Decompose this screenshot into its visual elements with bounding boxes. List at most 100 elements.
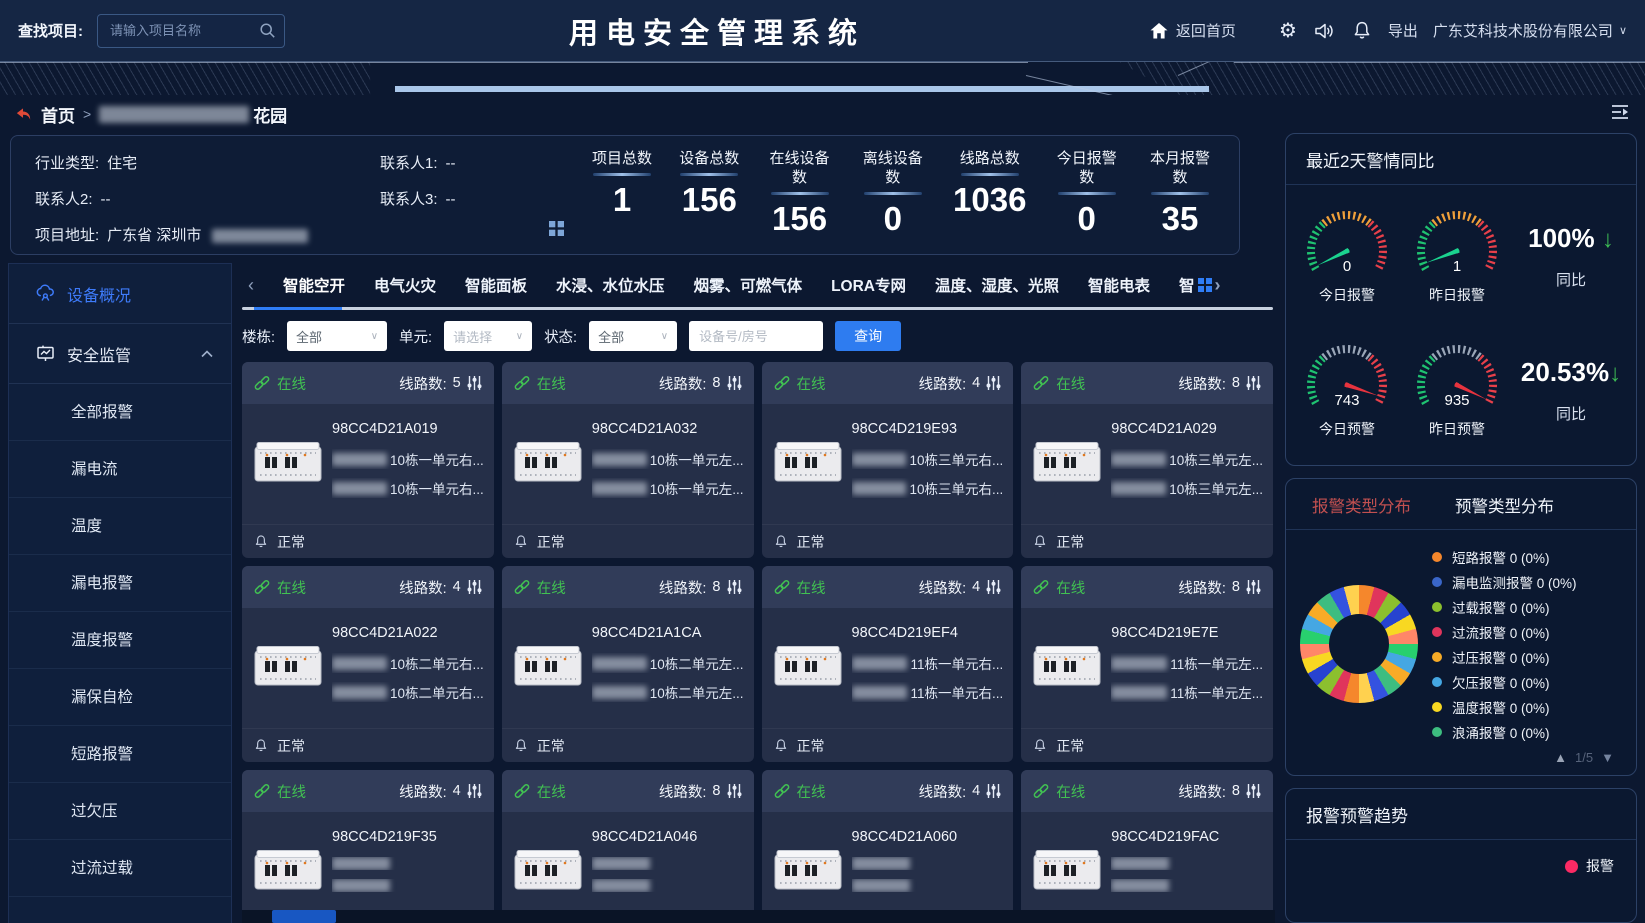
settings-button[interactable]: ⚙	[1277, 20, 1299, 42]
gauge-label: 今日预警	[1292, 419, 1402, 439]
device-type-tab[interactable]: 温度、湿度、光照	[935, 274, 1059, 296]
sidebar-subitem[interactable]: 漏电报警	[9, 555, 231, 612]
sliders-icon[interactable]	[986, 375, 1001, 391]
device-card-info: 98CC4D219FAC	[1111, 822, 1263, 923]
sliders-icon[interactable]	[467, 783, 482, 799]
device-type-tab[interactable]: 智能面板	[465, 274, 527, 296]
line-count: 线路数: 4	[399, 577, 482, 598]
device-location-1: 10栋二单元右...	[332, 653, 484, 673]
unit-select[interactable]: 请选择∨	[444, 321, 532, 351]
company-dropdown[interactable]: 广东艾科技术股份有限公司 ∨	[1433, 20, 1627, 41]
back-home-button[interactable]: 返回首页	[1149, 20, 1236, 41]
device-card[interactable]: 在线 线路数: 8	[502, 770, 754, 923]
legend-pager: ▲ 1/5 ▼	[1286, 746, 1636, 775]
sidebar-subitem[interactable]: 漏保自检	[9, 669, 231, 726]
bell-outline-icon	[514, 738, 528, 753]
link-icon	[1033, 579, 1049, 595]
tab-partial-clipped[interactable]: 智 ›	[1179, 274, 1221, 296]
device-type-tab[interactable]: 智能空开	[283, 274, 345, 296]
sound-button[interactable]	[1314, 20, 1336, 42]
device-type-tab[interactable]: 电气火灾	[374, 274, 436, 296]
sliders-icon[interactable]	[986, 579, 1001, 595]
pager-page-number: 1/5	[1575, 750, 1593, 765]
horizontal-scrollbar[interactable]	[242, 910, 1275, 923]
device-type-tab[interactable]: 水浸、水位水压	[556, 274, 665, 296]
device-card-info: 98CC4D21A046	[592, 822, 744, 923]
tabs-scroll-right-icon[interactable]: ›	[1215, 275, 1221, 296]
sidebar-subitem[interactable]: 温度	[9, 498, 231, 555]
line-count: 线路数: 8	[659, 373, 742, 394]
device-number-input[interactable]	[689, 321, 823, 351]
sliders-icon[interactable]	[727, 579, 742, 595]
horizontal-scrollbar-thumb[interactable]	[272, 910, 336, 923]
grid-view-icon[interactable]	[549, 221, 564, 240]
notifications-button[interactable]	[1351, 20, 1373, 42]
gauge-today-warning: 743 今日预警	[1292, 341, 1402, 439]
device-card[interactable]: 在线 线路数: 4	[762, 770, 1014, 923]
device-card-footer: 正常	[502, 524, 754, 558]
tabs-scroll-left-icon[interactable]: ‹	[248, 275, 254, 296]
sidebar-item-device-overview[interactable]: 设备概况	[9, 264, 231, 324]
device-type-tab[interactable]: LORA专网	[831, 274, 906, 296]
redacted-text	[592, 857, 650, 870]
sliders-icon[interactable]	[1246, 579, 1261, 595]
sliders-icon[interactable]	[727, 783, 742, 799]
device-type-tab[interactable]: 烟雾、可燃气体	[694, 274, 803, 296]
sidebar-subitem[interactable]: 过流过载	[9, 840, 231, 897]
tabs-list: 智能空开 电气火灾 智能面板 水浸、水位水压 烟雾、可燃气体 LORA专网 温度、湿度、光照…	[283, 274, 1150, 296]
stat-label: 本月报警数	[1147, 150, 1213, 188]
sliders-icon[interactable]	[986, 783, 1001, 799]
sliders-icon[interactable]	[1246, 783, 1261, 799]
device-location-2: 10栋二单元左...	[592, 682, 744, 702]
trend-legend: 报警	[1565, 856, 1614, 876]
tab-alarm-distribution[interactable]: 报警类型分布	[1312, 493, 1411, 517]
back-arrow-icon[interactable]	[14, 105, 33, 124]
collapse-panel-button[interactable]	[1609, 103, 1631, 126]
project-search-input[interactable]	[97, 14, 285, 48]
device-card[interactable]: 在线 线路数: 5	[242, 362, 494, 558]
device-card-footer: 正常	[762, 728, 1014, 762]
pager-down-icon[interactable]: ▼	[1601, 750, 1614, 765]
sliders-icon[interactable]	[727, 375, 742, 391]
sliders-icon[interactable]	[1246, 375, 1261, 391]
project-search-box	[97, 14, 285, 48]
device-card[interactable]: 在线 线路数: 8	[1021, 566, 1273, 762]
sidebar-section-safety[interactable]: 安全监管	[9, 324, 231, 384]
device-card[interactable]: 在线 线路数: 8	[1021, 770, 1273, 923]
sliders-icon[interactable]	[467, 375, 482, 391]
stat-underline	[593, 173, 651, 176]
sidebar-subitem[interactable]: 全部报警	[9, 384, 231, 441]
device-card[interactable]: 在线 线路数: 4	[242, 770, 494, 923]
sidebar-subitem[interactable]: 漏电流	[9, 441, 231, 498]
device-card[interactable]: 在线 线路数: 8	[502, 566, 754, 762]
device-id: 98CC4D219E7E	[1111, 625, 1263, 641]
tabs-scrollbar-track[interactable]	[242, 307, 1273, 310]
alarm-status: 正常	[537, 736, 565, 756]
search-icon[interactable]	[259, 22, 276, 44]
band-line	[1178, 62, 1235, 76]
device-card[interactable]: 在线 线路数: 4	[762, 566, 1014, 762]
device-card[interactable]: 在线 线路数: 8	[1021, 362, 1273, 558]
device-card[interactable]: 在线 线路数: 8	[502, 362, 754, 558]
device-card-header: 在线 线路数: 4	[762, 770, 1014, 812]
grid-view-toggle-icon[interactable]	[1198, 278, 1212, 292]
breadcrumb-home[interactable]: 首页	[41, 102, 75, 127]
export-button[interactable]: 导出	[1388, 20, 1418, 41]
sidebar-subitem[interactable]: 短路报警	[9, 726, 231, 783]
status-select[interactable]: 全部∨	[589, 321, 677, 351]
building-select[interactable]: 全部∨	[287, 321, 387, 351]
device-card[interactable]: 在线 线路数: 4	[762, 362, 1014, 558]
query-button[interactable]: 查询	[835, 321, 901, 351]
redacted-project-name	[99, 106, 249, 123]
line-count: 线路数: 8	[659, 781, 742, 802]
contact-3: 联系人3:--	[380, 188, 556, 209]
device-card[interactable]: 在线 线路数: 4	[242, 566, 494, 762]
sidebar-subitem[interactable]: 过欠压	[9, 783, 231, 840]
sidebar-subitem[interactable]: 温度报警	[9, 612, 231, 669]
pager-up-icon[interactable]: ▲	[1554, 750, 1567, 765]
device-card-footer: 正常	[1021, 728, 1273, 762]
tabs-scrollbar-thumb[interactable]	[254, 307, 342, 310]
tab-warning-distribution[interactable]: 预警类型分布	[1455, 493, 1554, 517]
device-type-tab[interactable]: 智能电表	[1088, 274, 1150, 296]
sliders-icon[interactable]	[467, 579, 482, 595]
